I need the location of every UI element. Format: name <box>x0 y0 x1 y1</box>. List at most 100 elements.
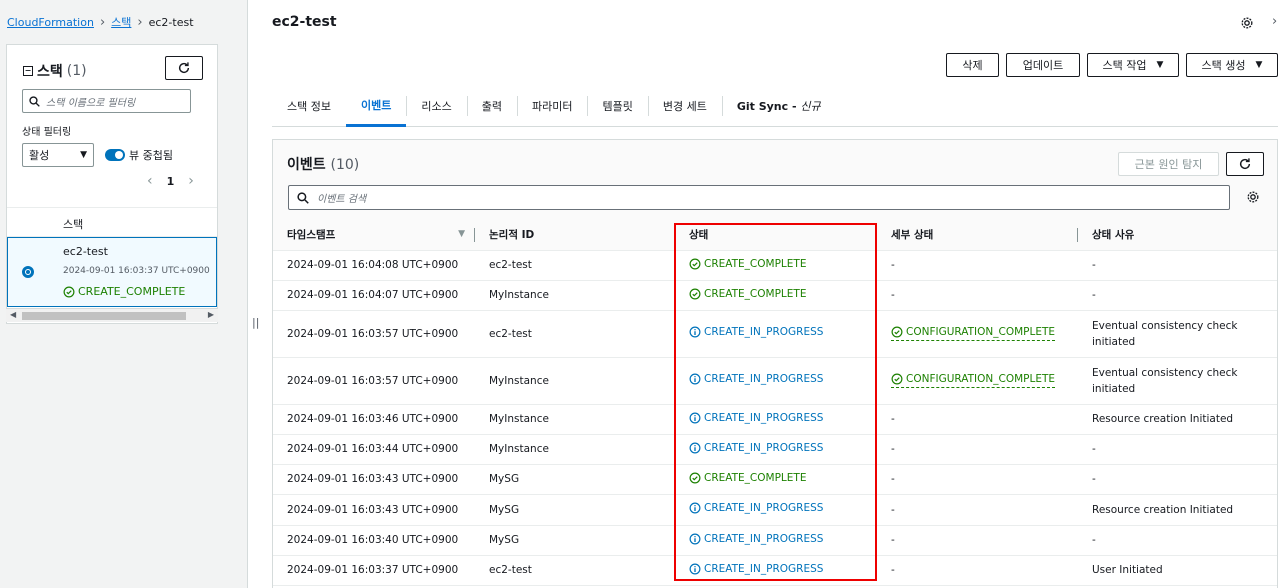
tab-change-sets[interactable]: 변경 세트 <box>647 86 722 126</box>
status-badge: CREATE_IN_PROGRESS <box>689 324 823 340</box>
tab-outputs[interactable]: 출력 <box>466 86 517 126</box>
cell-status-reason: Resource creation Initiated <box>1078 404 1277 435</box>
events-table: 타임스탬프 ▼ 논리적 ID 상태 세부 상태 상태 사유 2024-09-01 … <box>273 220 1277 586</box>
update-button[interactable]: 업데이트 <box>1006 53 1080 77</box>
pagination: ‹ 1 › <box>147 173 194 189</box>
status-badge: CREATE_IN_PROGRESS <box>689 371 823 387</box>
table-row: 2024-09-01 16:03:46 UTC+0900 MyInstance CR… <box>273 404 1277 435</box>
cell-status: CREATE_COMPLETE <box>675 464 877 495</box>
stack-actions: 삭제 업데이트 스택 작업 ▼ 스택 생성 ▼ <box>946 53 1278 77</box>
cell-logical-id: ec2-test <box>475 250 675 281</box>
detail-status[interactable]: CONFIGURATION_COMPLETE <box>891 324 1056 341</box>
tab-stack-info[interactable]: 스택 정보 <box>272 86 346 126</box>
cell-status: CREATE_IN_PROGRESS <box>675 357 877 405</box>
table-header-row: 타임스탬프 ▼ 논리적 ID 상태 세부 상태 상태 사유 <box>273 220 1277 251</box>
stack-row[interactable]: ec2-test 2024-09-01 16:03:37 UTC+0900 CR… <box>7 237 217 307</box>
chevron-right-icon: › <box>99 14 106 30</box>
col-status-reason[interactable]: 상태 사유 <box>1078 220 1277 251</box>
cell-status-reason: - <box>1078 434 1277 465</box>
cell-logical-id: MyInstance <box>475 434 675 465</box>
tab-events[interactable]: 이벤트 <box>345 86 407 127</box>
scroll-left-icon[interactable]: ◀ <box>10 310 16 319</box>
stack-actions-button[interactable]: 스택 작업 ▼ <box>1087 53 1179 77</box>
status-text: CREATE_IN_PROGRESS <box>704 532 824 545</box>
table-settings-gear-icon[interactable] <box>1246 190 1260 207</box>
cell-detail-status: - <box>877 250 1078 281</box>
col-detail-status[interactable]: 세부 상태 <box>877 220 1078 251</box>
status-filter-select[interactable]: 활성 ▼ <box>22 143 94 167</box>
cell-timestamp: 2024-09-01 16:03:46 UTC+0900 <box>273 404 475 435</box>
col-status[interactable]: 상태 <box>675 220 877 251</box>
cell-detail-status: - <box>877 280 1078 311</box>
detail-status-text: - <box>891 413 895 425</box>
tab-parameters[interactable]: 파라미터 <box>516 86 587 126</box>
settings-gear-icon[interactable] <box>1240 16 1254 33</box>
table-row: 2024-09-01 16:03:43 UTC+0900 MySG CREATE_I… <box>273 494 1277 526</box>
root-cause-button[interactable]: 근본 원인 탐지 <box>1118 152 1219 176</box>
event-search-input[interactable]: 이벤트 검색 <box>288 185 1230 210</box>
stack-column-label: 스택 <box>63 218 84 231</box>
delete-button[interactable]: 삭제 <box>946 53 999 77</box>
breadcrumb-cloudformation[interactable]: CloudFormation <box>7 16 94 29</box>
cell-detail-status: - <box>877 525 1078 556</box>
col-timestamp[interactable]: 타임스탬프 ▼ <box>273 220 475 251</box>
caret-down-icon: ▼ <box>1255 60 1263 70</box>
stack-radio[interactable] <box>22 266 34 278</box>
refresh-events-button[interactable] <box>1226 152 1264 176</box>
info-icon <box>689 373 701 385</box>
status-filter-label: 상태 필터링 <box>22 127 72 138</box>
chevron-left-icon[interactable]: ‹ <box>147 173 153 189</box>
events-title: 이벤트 (10) <box>287 154 359 174</box>
info-icon <box>689 502 701 514</box>
refresh-stacks-button[interactable] <box>165 56 203 80</box>
table-row: 2024-09-01 16:03:57 UTC+0900 ec2-test CREA… <box>273 310 1277 358</box>
status-text: CREATE_COMPLETE <box>704 257 807 270</box>
col-logical-id[interactable]: 논리적 ID <box>475 220 675 251</box>
events-panel: 이벤트 (10) 근본 원인 탐지 이벤트 검색 타임스탬프 ▼ 논리적 ID 상… <box>272 139 1278 588</box>
status-badge: CREATE_IN_PROGRESS <box>689 500 823 516</box>
status-text: CREATE_COMPLETE <box>704 471 807 484</box>
cell-timestamp: 2024-09-01 16:03:57 UTC+0900 <box>273 310 475 358</box>
nested-view-toggle[interactable] <box>105 149 125 161</box>
cell-status-reason: - <box>1078 525 1277 556</box>
create-stack-button[interactable]: 스택 생성 ▼ <box>1186 53 1278 77</box>
scroll-right-icon[interactable]: ▶ <box>208 310 214 319</box>
stack-search-placeholder: 스택 이름으로 필터링 <box>46 97 136 109</box>
horizontal-scrollbar[interactable]: ◀ ▶ <box>6 308 218 322</box>
status-badge: CREATE_COMPLETE <box>689 256 806 272</box>
tab-git-sync-label: Git Sync - <box>736 99 801 113</box>
stack-search-input[interactable]: 스택 이름으로 필터링 <box>22 89 191 113</box>
tab-template[interactable]: 템플릿 <box>587 86 647 126</box>
tab-git-sync[interactable]: Git Sync - 신규 <box>721 86 836 126</box>
info-icon <box>689 326 701 338</box>
collapse-icon[interactable]: − <box>23 66 33 76</box>
cell-status: CREATE_IN_PROGRESS <box>675 434 877 465</box>
cell-status: CREATE_COMPLETE <box>675 280 877 311</box>
events-header: 이벤트 (10) 근본 원인 탐지 이벤트 검색 <box>273 140 1277 220</box>
detail-status-text: - <box>891 473 895 485</box>
status-text: CREATE_IN_PROGRESS <box>704 441 824 454</box>
chevron-right-icon[interactable]: › <box>1272 14 1277 29</box>
page-number[interactable]: 1 <box>167 175 175 188</box>
stack-status-text: CREATE_COMPLETE <box>78 285 186 298</box>
tab-resources[interactable]: 리소스 <box>406 86 466 126</box>
breadcrumb-stacks[interactable]: 스택 <box>111 14 131 30</box>
update-button-label: 업데이트 <box>1022 59 1064 72</box>
stack-name: ec2-test <box>63 245 108 258</box>
stack-list-card: − 스택 (1) 스택 이름으로 필터링 상태 필터링 활성 ▼ 뷰 중첩됨 ‹… <box>6 44 218 324</box>
cell-timestamp: 2024-09-01 16:03:40 UTC+0900 <box>273 525 475 556</box>
sort-desc-icon[interactable]: ▼ <box>458 229 465 239</box>
detail-status-text: - <box>891 259 895 271</box>
tab-bar: 스택 정보 이벤트 리소스 출력 파라미터 템플릿 변경 세트 Git Sync… <box>272 86 1278 127</box>
scrollbar-thumb[interactable] <box>22 312 186 320</box>
tab-new-badge: 신규 <box>800 100 821 113</box>
chevron-right-icon[interactable]: › <box>188 173 194 189</box>
detail-status[interactable]: CONFIGURATION_COMPLETE <box>891 371 1056 388</box>
cell-logical-id: MyInstance <box>475 404 675 435</box>
info-icon <box>689 533 701 544</box>
resize-handle-icon[interactable]: || <box>252 316 259 329</box>
detail-status-text: CONFIGURATION_COMPLETE <box>906 326 1056 338</box>
status-badge: CREATE_IN_PROGRESS <box>689 531 823 547</box>
stack-list-heading: 스택 <box>37 64 63 80</box>
info-icon <box>689 563 701 574</box>
